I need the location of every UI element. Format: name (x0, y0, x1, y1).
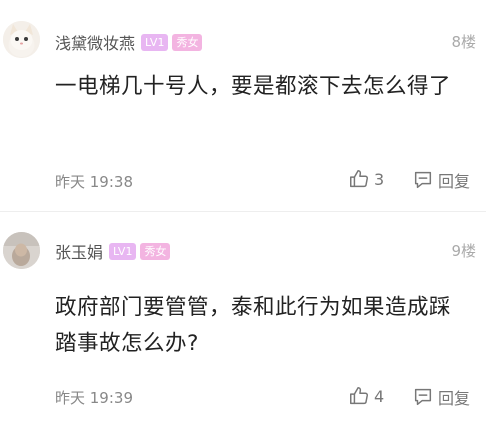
floor-number: 9楼 (451, 242, 476, 260)
username[interactable]: 张玉娟 LV1 秀女 (55, 239, 171, 263)
like-count: 3 (374, 169, 385, 189)
username-text[interactable]: 浅黛微妆燕 (55, 30, 135, 54)
cat-avatar-icon (3, 21, 40, 58)
reply-button[interactable]: 回复 (412, 385, 470, 409)
floor-number: 8楼 (451, 33, 476, 51)
comment-text: 一电梯几十号人，要是都滚下去怎么得了 (55, 74, 452, 99)
like-count: 4 (374, 386, 385, 406)
tag-badge: 秀女 (172, 33, 203, 51)
username-text[interactable]: 张玉娟 (55, 239, 103, 263)
comment-time: 昨天 19:39 (55, 389, 133, 407)
comment-time: 昨天 19:38 (55, 173, 133, 191)
comment-icon (412, 169, 434, 191)
username[interactable]: 浅黛微妆燕 LV1 秀女 (55, 30, 203, 54)
comment-item: 浅黛微妆燕 LV1 秀女 8楼 一电梯几十号人，要是都滚下去怎么得了 昨天 19… (0, 0, 486, 211)
photo-avatar-icon (3, 232, 40, 269)
reply-button[interactable]: 回复 (412, 168, 470, 192)
level-badge: LV1 (109, 242, 137, 260)
reply-label: 回复 (438, 172, 471, 191)
like-button[interactable]: 4 (348, 385, 384, 407)
avatar[interactable] (3, 21, 40, 58)
comment-list: 浅黛微妆燕 LV1 秀女 8楼 一电梯几十号人，要是都滚下去怎么得了 昨天 19… (0, 0, 486, 422)
comment-item: 张玉娟 LV1 秀女 9楼 政府部门要管管，泰和此行为如果造成踩踏事故怎么办? … (0, 211, 486, 422)
comment-icon (412, 386, 434, 408)
comment-text: 政府部门要管管，泰和此行为如果造成踩踏事故怎么办? (55, 295, 452, 356)
avatar[interactable] (3, 232, 40, 269)
thumbs-up-icon (348, 168, 370, 190)
tag-badge: 秀女 (140, 242, 171, 260)
reply-label: 回复 (438, 389, 471, 408)
level-badge: LV1 (141, 33, 169, 51)
thumbs-up-icon (348, 385, 370, 407)
like-button[interactable]: 3 (348, 168, 384, 190)
